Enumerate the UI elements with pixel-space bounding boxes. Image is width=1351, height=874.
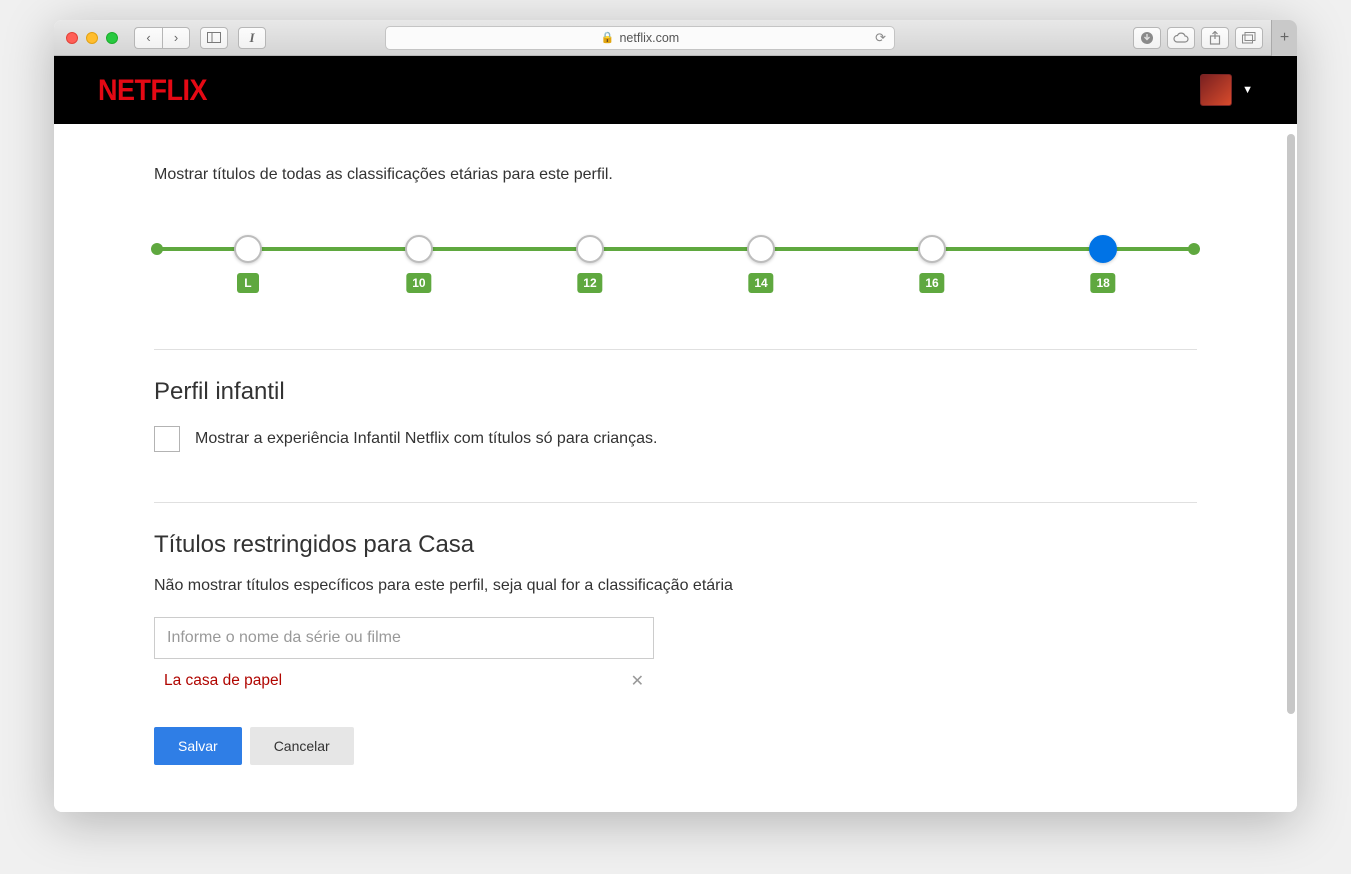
rating-handle-L[interactable] (234, 235, 262, 263)
chevron-down-icon: ▼ (1242, 84, 1253, 96)
close-window-button[interactable] (66, 32, 78, 44)
forward-button[interactable]: › (162, 27, 190, 49)
rating-badge-16: 16 (919, 273, 944, 293)
rating-badge-18: 18 (1090, 273, 1115, 293)
tabs-button[interactable] (1235, 27, 1263, 49)
browser-chrome: ‹ › I 🔒 netflix.com ⟳ (54, 20, 1297, 56)
restricted-item-title: La casa de papel (164, 672, 282, 690)
maturity-subtitle: Mostrar títulos de todas as classificaçõ… (154, 166, 1197, 184)
restricted-title-input[interactable] (154, 617, 654, 659)
form-buttons: Salvar Cancelar (154, 727, 1197, 765)
profile-menu[interactable]: ▼ (1200, 74, 1253, 106)
netflix-logo[interactable]: NETFLIX (98, 73, 207, 107)
rating-badge-10: 10 (406, 273, 431, 293)
slider-track-start (151, 243, 163, 255)
kids-checkbox-row: Mostrar a experiência Infantil Netflix c… (154, 426, 1197, 452)
slider-track (154, 247, 1197, 251)
new-tab-button[interactable]: + (1271, 20, 1297, 56)
rating-handle-18[interactable] (1089, 235, 1117, 263)
maximize-window-button[interactable] (106, 32, 118, 44)
browser-window: ‹ › I 🔒 netflix.com ⟳ (54, 20, 1297, 812)
nav-back-forward: ‹ › (134, 27, 190, 49)
minimize-window-button[interactable] (86, 32, 98, 44)
slider-track-end (1188, 243, 1200, 255)
icloud-button[interactable] (1167, 27, 1195, 49)
kids-checkbox-label: Mostrar a experiência Infantil Netflix c… (195, 430, 657, 448)
remove-restricted-button[interactable]: ✕ (631, 671, 644, 691)
rating-handle-16[interactable] (918, 235, 946, 263)
address-bar[interactable]: 🔒 netflix.com ⟳ (385, 26, 895, 50)
restricted-item-row: La casa de papel ✕ (154, 659, 654, 691)
kids-checkbox[interactable] (154, 426, 180, 452)
site-header: NETFLIX ▼ (54, 56, 1297, 124)
rating-badge-L: L (237, 273, 259, 293)
sidebar-toggle-button[interactable] (200, 27, 228, 49)
maturity-slider[interactable]: L 10 12 14 16 18 (154, 239, 1197, 299)
save-button[interactable]: Salvar (154, 727, 242, 765)
rating-handle-14[interactable] (747, 235, 775, 263)
rating-handle-10[interactable] (405, 235, 433, 263)
lock-icon: 🔒 (601, 31, 615, 44)
share-button[interactable] (1201, 27, 1229, 49)
reload-icon[interactable]: ⟳ (875, 30, 886, 46)
url-text: netflix.com (619, 31, 679, 45)
window-controls (66, 32, 118, 44)
toolbar-right (1133, 27, 1263, 49)
page-viewport: NETFLIX ▼ Mostrar títulos de todas as cl… (54, 56, 1297, 812)
restricted-heading: Títulos restringidos para Casa (154, 531, 1197, 559)
section-divider (154, 502, 1197, 503)
reader-button[interactable]: I (238, 27, 266, 49)
avatar (1200, 74, 1232, 106)
rating-badge-12: 12 (577, 273, 602, 293)
back-button[interactable]: ‹ (134, 27, 162, 49)
cancel-button[interactable]: Cancelar (250, 727, 354, 765)
rating-handle-12[interactable] (576, 235, 604, 263)
downloads-button[interactable] (1133, 27, 1161, 49)
section-divider (154, 349, 1197, 350)
main-content: Mostrar títulos de todas as classificaçõ… (54, 166, 1297, 812)
restricted-subtitle: Não mostrar títulos específicos para est… (154, 577, 1197, 595)
kids-heading: Perfil infantil (154, 378, 1197, 406)
rating-badge-14: 14 (748, 273, 773, 293)
